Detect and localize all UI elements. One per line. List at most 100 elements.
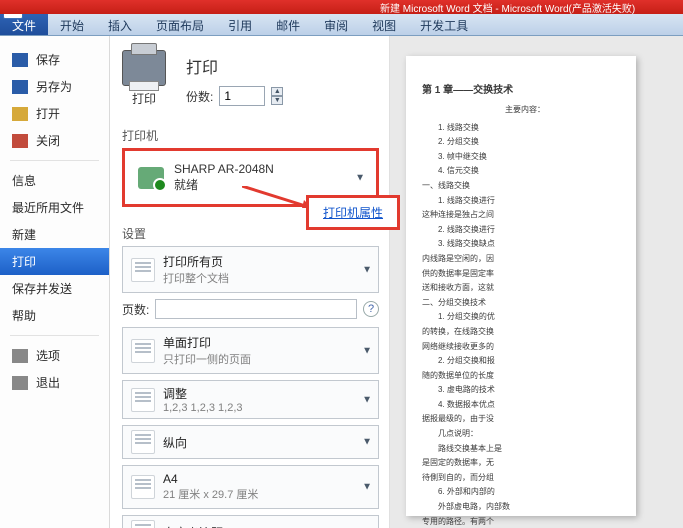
nav-info[interactable]: 信息 bbox=[0, 167, 109, 194]
preview-text: 内线路是空闲的，因 bbox=[422, 252, 628, 266]
printer-properties-link[interactable]: 打印机属性 bbox=[323, 206, 383, 220]
preview-text: 送和接收方面，这就 bbox=[422, 281, 628, 295]
nav-exit[interactable]: 退出 bbox=[0, 369, 109, 396]
tab-view[interactable]: 视图 bbox=[360, 14, 408, 35]
nav-saveas[interactable]: 另存为 bbox=[0, 73, 109, 100]
copies-input[interactable] bbox=[219, 86, 265, 106]
page-icon bbox=[131, 339, 155, 363]
options-icon bbox=[12, 349, 28, 363]
combo-subtitle: 只打印一侧的页面 bbox=[163, 351, 251, 367]
chevron-down-icon: ▼ bbox=[362, 264, 372, 275]
preview-text: 供的数据率是固定率 bbox=[422, 267, 628, 281]
nav-recent[interactable]: 最近所用文件 bbox=[0, 194, 109, 221]
nav-label: 关闭 bbox=[36, 132, 60, 149]
preview-text: 3. 虚电路的技术 bbox=[422, 383, 628, 397]
saveas-icon bbox=[12, 80, 28, 94]
preview-text: 网络继续接收更多的 bbox=[422, 340, 628, 354]
preview-text: 是固定的数据率，无 bbox=[422, 456, 628, 470]
printer-icon bbox=[122, 50, 166, 86]
printer-name: SHARP AR-2048N bbox=[174, 162, 274, 176]
annotation-properties-box: 打印机属性 bbox=[306, 195, 400, 230]
combo-subtitle: 21 厘米 x 29.7 厘米 bbox=[163, 486, 258, 502]
preview-page: 第 1 章——交换技术 主要内容： 1. 线路交换 2. 分组交换 3. 帧中继… bbox=[406, 56, 636, 516]
nav-label: 选项 bbox=[36, 347, 60, 364]
tab-developer[interactable]: 开发工具 bbox=[408, 14, 480, 35]
nav-label: 保存并发送 bbox=[12, 280, 72, 297]
preview-text: 路线交换基本上是 bbox=[422, 442, 628, 456]
tab-mailings[interactable]: 邮件 bbox=[264, 14, 312, 35]
print-preview: 第 1 章——交换技术 主要内容： 1. 线路交换 2. 分组交换 3. 帧中继… bbox=[390, 36, 683, 528]
preview-text: 3. 线路交换缺点 bbox=[422, 237, 628, 251]
nav-label: 保存 bbox=[36, 51, 60, 68]
combo-title: A4 bbox=[163, 472, 258, 486]
copies-label: 份数: bbox=[186, 88, 213, 105]
pages-input[interactable] bbox=[155, 299, 357, 319]
nav-label: 打印 bbox=[12, 253, 36, 270]
page-icon bbox=[131, 258, 155, 282]
open-icon bbox=[12, 107, 28, 121]
chevron-down-icon: ▼ bbox=[362, 437, 372, 448]
margins-select[interactable]: 自定义边距 ▼ bbox=[122, 515, 379, 528]
nav-save[interactable]: 保存 bbox=[0, 46, 109, 73]
tab-review[interactable]: 审阅 bbox=[312, 14, 360, 35]
paper-select[interactable]: A4 21 厘米 x 29.7 厘米 ▼ bbox=[122, 465, 379, 509]
nav-saveandsend[interactable]: 保存并发送 bbox=[0, 275, 109, 302]
preview-text: 一、线路交换 bbox=[422, 179, 628, 193]
orientation-icon bbox=[131, 430, 155, 454]
printer-section-label: 打印机 bbox=[122, 127, 379, 144]
tab-layout[interactable]: 页面布局 bbox=[144, 14, 216, 35]
preview-text: 6. 外部和内部的 bbox=[422, 485, 628, 499]
nav-options[interactable]: 选项 bbox=[0, 342, 109, 369]
preview-text: 待側到自的，而分组 bbox=[422, 471, 628, 485]
preview-text: 随的数据单位的长度 bbox=[422, 369, 628, 383]
exit-icon bbox=[12, 376, 28, 390]
paper-icon bbox=[131, 475, 155, 499]
nav-print[interactable]: 打印 bbox=[0, 248, 109, 275]
nav-help[interactable]: 帮助 bbox=[0, 302, 109, 329]
chevron-up-icon[interactable]: ▲ bbox=[271, 87, 283, 96]
preview-text: 4. 信元交换 bbox=[422, 164, 628, 178]
title-bar: 新建 Microsoft Word 文档 - Microsoft Word(产品… bbox=[0, 0, 683, 14]
nav-new[interactable]: 新建 bbox=[0, 221, 109, 248]
tab-references[interactable]: 引用 bbox=[216, 14, 264, 35]
print-button[interactable]: 打印 bbox=[122, 50, 166, 107]
pages-label: 页数: bbox=[122, 301, 149, 318]
tab-home[interactable]: 开始 bbox=[48, 14, 96, 35]
orientation-select[interactable]: 纵向 ▼ bbox=[122, 425, 379, 459]
preview-text: 主要内容： bbox=[422, 103, 628, 117]
print-scope-select[interactable]: 打印所有页 打印整个文档 ▼ bbox=[122, 246, 379, 293]
nav-open[interactable]: 打开 bbox=[0, 100, 109, 127]
collate-select[interactable]: 调整 1,2,3 1,2,3 1,2,3 ▼ bbox=[122, 380, 379, 419]
preview-text: 几点说明： bbox=[422, 427, 628, 441]
duplex-select[interactable]: 单面打印 只打印一侧的页面 ▼ bbox=[122, 327, 379, 374]
nav-label: 打开 bbox=[36, 105, 60, 122]
combo-title: 调整 bbox=[163, 385, 243, 402]
nav-label: 退出 bbox=[36, 374, 60, 391]
nav-label: 新建 bbox=[12, 226, 36, 243]
combo-title: 单面打印 bbox=[163, 334, 251, 351]
print-panel: 打印 打印 份数: ▲▼ 打印机 SHARP AR-2048N 就绪 ▼ bbox=[110, 36, 390, 528]
chevron-down-icon: ▼ bbox=[362, 482, 372, 493]
preview-text: 的转换，在线路交换 bbox=[422, 325, 628, 339]
preview-text: 3. 帧中继交换 bbox=[422, 150, 628, 164]
help-icon[interactable]: ? bbox=[363, 301, 379, 317]
combo-title: 自定义边距 bbox=[163, 524, 223, 528]
save-icon bbox=[12, 53, 28, 67]
preview-text: 4. 数据报本优点 bbox=[422, 398, 628, 412]
window-title: 新建 Microsoft Word 文档 - Microsoft Word(产品… bbox=[380, 0, 635, 15]
tab-insert[interactable]: 插入 bbox=[96, 14, 144, 35]
combo-title: 纵向 bbox=[163, 434, 187, 451]
copies-spinner[interactable]: ▲▼ bbox=[271, 87, 283, 105]
nav-close[interactable]: 关闭 bbox=[0, 127, 109, 154]
preview-text: 1. 分组交换的优 bbox=[422, 310, 628, 324]
nav-label: 另存为 bbox=[36, 78, 72, 95]
nav-label: 最近所用文件 bbox=[12, 199, 84, 216]
preview-text: 专用的路径。有两个 bbox=[422, 515, 628, 528]
chevron-down-icon[interactable]: ▼ bbox=[271, 96, 283, 105]
nav-label: 帮助 bbox=[12, 307, 36, 324]
preview-text: 据报最级的，由于没 bbox=[422, 412, 628, 426]
preview-text: 2. 线路交换进行 bbox=[422, 223, 628, 237]
ribbon-tabs: 文件 开始 插入 页面布局 引用 邮件 审阅 视图 开发工具 bbox=[0, 14, 683, 36]
close-icon bbox=[12, 134, 28, 148]
print-button-label: 打印 bbox=[132, 90, 156, 107]
